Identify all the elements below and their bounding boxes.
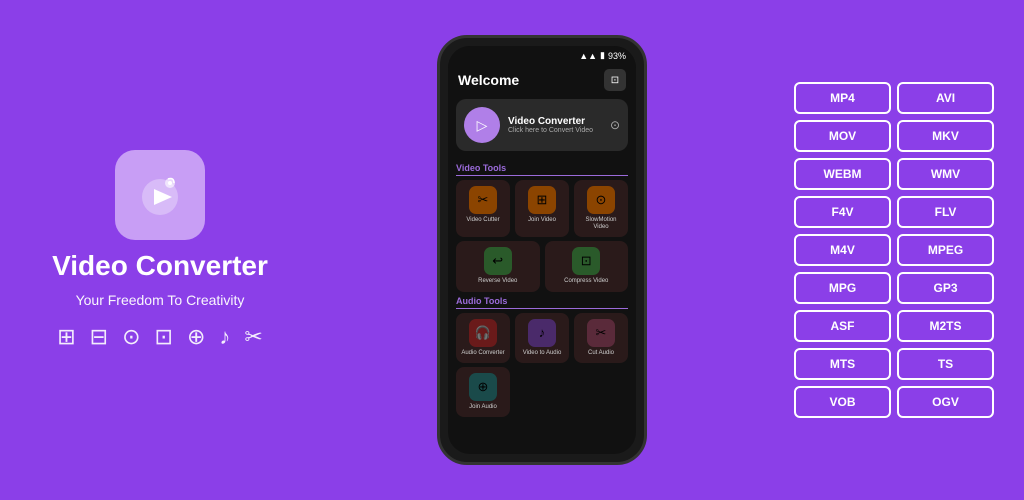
status-bar: ▲▲ ▮ 93% bbox=[448, 46, 636, 65]
video-tools-row2: ↩ Reverse Video ⊡ Compress Video bbox=[456, 241, 628, 291]
vc-icon-symbol: ▷ bbox=[477, 117, 488, 134]
battery-icon: ▮ bbox=[600, 50, 605, 61]
format-button-flv[interactable]: FLV bbox=[897, 196, 994, 228]
cut-tool-icon: ✂ bbox=[244, 324, 262, 350]
audio-tools-row2: ⊕ Join Audio bbox=[456, 367, 628, 417]
video-tools-row1: ✂ Video Cutter ⊞ Join Video ⊙ SlowMotion… bbox=[456, 180, 628, 237]
format-button-asf[interactable]: ASF bbox=[794, 310, 891, 342]
format-button-mkv[interactable]: MKV bbox=[897, 120, 994, 152]
vc-card-title: Video Converter bbox=[508, 116, 602, 127]
tool-audio-converter[interactable]: 🎧 Audio Converter bbox=[456, 313, 510, 363]
slow-motion-label: SlowMotion Video bbox=[578, 217, 624, 231]
audio-tools-row1: 🎧 Audio Converter ♪ Video to Audio ✂ Cut… bbox=[456, 313, 628, 363]
audio-tools-section-title: Audio Tools bbox=[456, 296, 628, 309]
slow-motion-icon: ⊙ bbox=[587, 186, 615, 214]
join-video-icon: ⊞ bbox=[528, 186, 556, 214]
phone-section: ▲▲ ▮ 93% Welcome ⊡ ▷ Video Converter Cli… bbox=[290, 35, 794, 465]
video-to-audio-label: Video to Audio bbox=[523, 350, 562, 357]
left-section: Video Converter Your Freedom To Creativi… bbox=[30, 150, 290, 350]
screen-content: Video Tools ✂ Video Cutter ⊞ Join Video … bbox=[448, 155, 636, 454]
tool-slow-motion[interactable]: ⊙ SlowMotion Video bbox=[574, 180, 628, 237]
vc-card[interactable]: ▷ Video Converter Click here to Convert … bbox=[456, 99, 628, 151]
phone-header: Welcome ⊡ bbox=[448, 65, 636, 95]
format-button-mov[interactable]: MOV bbox=[794, 120, 891, 152]
header-icon-symbol: ⊡ bbox=[611, 75, 619, 86]
format-button-m2ts[interactable]: M2TS bbox=[897, 310, 994, 342]
cut-audio-icon: ✂ bbox=[587, 319, 615, 347]
phone-screen: ▲▲ ▮ 93% Welcome ⊡ ▷ Video Converter Cli… bbox=[448, 46, 636, 454]
battery-percent: 93% bbox=[608, 51, 626, 61]
format-buttons-grid: MP4AVIMOVMKVWEBMWMVF4VFLVM4VMPEGMPGGP3AS… bbox=[794, 82, 994, 418]
tool-join-video[interactable]: ⊞ Join Video bbox=[515, 180, 569, 237]
app-icon bbox=[115, 150, 205, 240]
tool-reverse-video[interactable]: ↩ Reverse Video bbox=[456, 241, 540, 291]
feature-icons-row: ⊞ ⊟ ⊙ ⊡ ⊕ ♪ ✂ bbox=[57, 324, 263, 350]
format-button-avi[interactable]: AVI bbox=[897, 82, 994, 114]
compress-video-label: Compress Video bbox=[564, 278, 608, 285]
tool-compress-video[interactable]: ⊡ Compress Video bbox=[545, 241, 629, 291]
format-button-f4v[interactable]: F4V bbox=[794, 196, 891, 228]
phone-frame: ▲▲ ▮ 93% Welcome ⊡ ▷ Video Converter Cli… bbox=[437, 35, 647, 465]
format-button-mpg[interactable]: MPG bbox=[794, 272, 891, 304]
app-title: Video Converter bbox=[52, 250, 268, 282]
header-action-button[interactable]: ⊡ bbox=[604, 69, 626, 91]
format-button-mpeg[interactable]: MPEG bbox=[897, 234, 994, 266]
phone-header-title: Welcome bbox=[458, 72, 519, 88]
vc-card-icon: ▷ bbox=[464, 107, 500, 143]
video-tool-icon-4: ⊡ bbox=[155, 324, 173, 350]
video-cutter-icon: ✂ bbox=[469, 186, 497, 214]
tool-cut-audio[interactable]: ✂ Cut Audio bbox=[574, 313, 628, 363]
join-audio-icon: ⊕ bbox=[469, 373, 497, 401]
format-button-wmv[interactable]: WMV bbox=[897, 158, 994, 190]
video-to-audio-icon: ♪ bbox=[528, 319, 556, 347]
video-cutter-label: Video Cutter bbox=[466, 217, 499, 224]
format-button-gp3[interactable]: GP3 bbox=[897, 272, 994, 304]
format-button-mp4[interactable]: MP4 bbox=[794, 82, 891, 114]
audio-converter-label: Audio Converter bbox=[461, 350, 504, 357]
video-tool-icon-5: ⊕ bbox=[187, 324, 205, 350]
format-button-mts[interactable]: MTS bbox=[794, 348, 891, 380]
format-button-m4v[interactable]: M4V bbox=[794, 234, 891, 266]
format-button-vob[interactable]: VOB bbox=[794, 386, 891, 418]
join-audio-label: Join Audio bbox=[469, 404, 497, 411]
tool-video-to-audio[interactable]: ♪ Video to Audio bbox=[515, 313, 569, 363]
reverse-video-label: Reverse Video bbox=[478, 278, 517, 285]
reverse-video-icon: ↩ bbox=[484, 247, 512, 275]
video-tools-section-title: Video Tools bbox=[456, 163, 628, 176]
wifi-icon: ▲▲ bbox=[579, 51, 597, 61]
vc-card-subtitle: Click here to Convert Video bbox=[508, 127, 602, 134]
video-tool-icon-1: ⊞ bbox=[57, 324, 75, 350]
vc-card-arrow: ⊙ bbox=[610, 118, 620, 132]
format-button-ts[interactable]: TS bbox=[897, 348, 994, 380]
app-subtitle: Your Freedom To Creativity bbox=[76, 292, 245, 308]
format-button-webm[interactable]: WEBM bbox=[794, 158, 891, 190]
vc-card-text: Video Converter Click here to Convert Vi… bbox=[508, 116, 602, 134]
tool-join-audio[interactable]: ⊕ Join Audio bbox=[456, 367, 510, 417]
audio-converter-icon: 🎧 bbox=[469, 319, 497, 347]
video-tool-icon-3: ⊙ bbox=[122, 324, 140, 350]
format-button-ogv[interactable]: OGV bbox=[897, 386, 994, 418]
join-video-label: Join Video bbox=[528, 217, 556, 224]
compress-video-icon: ⊡ bbox=[572, 247, 600, 275]
video-tool-icon-2: ⊟ bbox=[90, 324, 108, 350]
cut-audio-label: Cut Audio bbox=[588, 350, 614, 357]
audio-tool-icon: ♪ bbox=[219, 324, 230, 350]
tool-video-cutter[interactable]: ✂ Video Cutter bbox=[456, 180, 510, 237]
